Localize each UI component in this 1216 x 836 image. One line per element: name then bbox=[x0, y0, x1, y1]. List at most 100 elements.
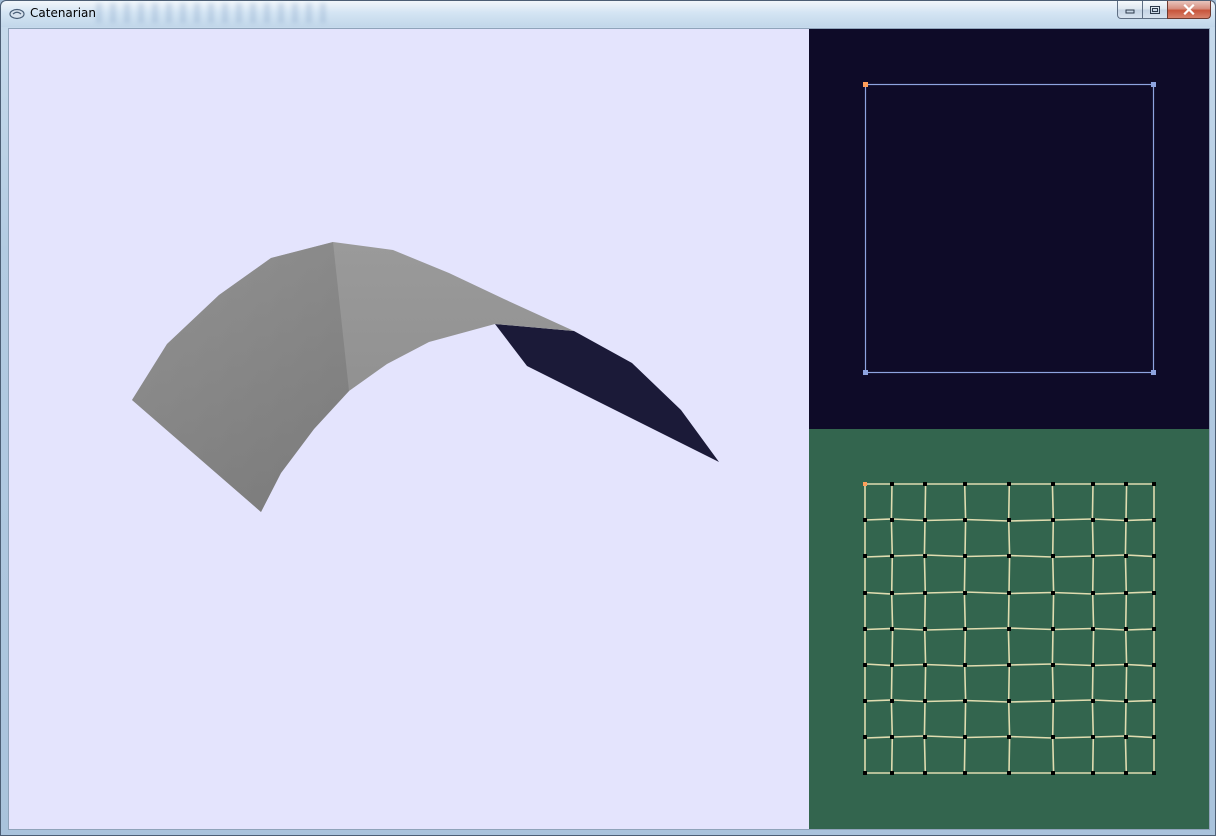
mesh-node[interactable] bbox=[890, 627, 894, 631]
mesh-node[interactable] bbox=[890, 518, 894, 522]
mesh-node[interactable] bbox=[1091, 554, 1095, 558]
mesh-node[interactable] bbox=[1152, 699, 1156, 703]
boundary-canvas bbox=[863, 82, 1156, 375]
mesh-node[interactable] bbox=[1091, 482, 1095, 486]
boundary-handle-top-left[interactable] bbox=[863, 82, 868, 87]
mesh-node[interactable] bbox=[890, 771, 894, 775]
mesh-node[interactable] bbox=[1007, 771, 1011, 775]
mesh-node[interactable] bbox=[1051, 554, 1055, 558]
mesh-node[interactable] bbox=[1152, 663, 1156, 667]
mesh-node[interactable] bbox=[863, 663, 867, 667]
title-bar[interactable]: Catenarian bbox=[1, 1, 1215, 27]
mesh-node[interactable] bbox=[1124, 591, 1128, 595]
mesh-node[interactable] bbox=[1091, 627, 1095, 631]
minimize-button[interactable] bbox=[1117, 1, 1143, 19]
mesh-node[interactable] bbox=[1051, 663, 1055, 667]
mesh-node[interactable] bbox=[1152, 518, 1156, 522]
mesh-node[interactable] bbox=[1091, 699, 1095, 703]
mesh-node[interactable] bbox=[1152, 771, 1156, 775]
mesh-node[interactable] bbox=[963, 591, 967, 595]
mesh-node[interactable] bbox=[963, 518, 967, 522]
mesh-node[interactable] bbox=[963, 482, 967, 486]
mesh-node[interactable] bbox=[1091, 735, 1095, 739]
mesh-node[interactable] bbox=[1051, 591, 1055, 595]
mesh-node[interactable] bbox=[1152, 735, 1156, 739]
boundary-handle-bottom-left[interactable] bbox=[863, 370, 868, 375]
boundary-handle-bottom-right[interactable] bbox=[1151, 370, 1156, 375]
boundary-handle-top-right[interactable] bbox=[1151, 82, 1156, 87]
mesh-node[interactable] bbox=[1091, 591, 1095, 595]
mesh-node[interactable] bbox=[1007, 482, 1011, 486]
mesh-node[interactable] bbox=[1051, 735, 1055, 739]
mesh-node[interactable] bbox=[863, 591, 867, 595]
mesh-node[interactable] bbox=[1051, 771, 1055, 775]
mesh-node[interactable] bbox=[923, 735, 927, 739]
mesh-node[interactable] bbox=[1124, 482, 1128, 486]
mesh-node[interactable] bbox=[1124, 663, 1128, 667]
mesh-node[interactable] bbox=[890, 699, 894, 703]
mesh-node[interactable] bbox=[1152, 482, 1156, 486]
mesh-node[interactable] bbox=[1091, 663, 1095, 667]
mesh-node[interactable] bbox=[1007, 735, 1011, 739]
mesh-node[interactable] bbox=[1152, 554, 1156, 558]
mesh-node[interactable] bbox=[1124, 627, 1128, 631]
mesh-node[interactable] bbox=[963, 771, 967, 775]
surface-front-sheet bbox=[132, 242, 349, 512]
client-area bbox=[8, 28, 1210, 830]
mesh-node[interactable] bbox=[1124, 699, 1128, 703]
mesh-node[interactable] bbox=[1051, 518, 1055, 522]
mesh-node[interactable] bbox=[863, 518, 867, 522]
mesh-node[interactable] bbox=[923, 627, 927, 631]
mesh-node[interactable] bbox=[963, 699, 967, 703]
mesh-node[interactable] bbox=[863, 771, 867, 775]
mesh-node[interactable] bbox=[1007, 591, 1011, 595]
mesh-node[interactable] bbox=[963, 554, 967, 558]
mesh-node[interactable] bbox=[963, 627, 967, 631]
mesh-node[interactable] bbox=[890, 554, 894, 558]
surface-viewport[interactable] bbox=[9, 29, 809, 829]
mesh-node[interactable] bbox=[1051, 699, 1055, 703]
mesh-node[interactable] bbox=[923, 554, 927, 558]
mesh-node[interactable] bbox=[923, 518, 927, 522]
mesh-node[interactable] bbox=[1007, 518, 1011, 522]
boundary-editor-panel[interactable] bbox=[809, 29, 1209, 429]
mesh-node[interactable] bbox=[890, 482, 894, 486]
maximize-button[interactable] bbox=[1142, 1, 1168, 19]
mesh-node[interactable] bbox=[1124, 771, 1128, 775]
mesh-node[interactable] bbox=[1007, 554, 1011, 558]
mesh-node-selected[interactable] bbox=[863, 482, 867, 486]
mesh-node[interactable] bbox=[963, 663, 967, 667]
mesh-node[interactable] bbox=[923, 591, 927, 595]
mesh-node[interactable] bbox=[1051, 627, 1055, 631]
mesh-node[interactable] bbox=[1007, 627, 1011, 631]
mesh-node[interactable] bbox=[863, 554, 867, 558]
mesh-node[interactable] bbox=[1091, 771, 1095, 775]
minimize-icon bbox=[1125, 6, 1135, 14]
mesh-node[interactable] bbox=[890, 663, 894, 667]
mesh-node[interactable] bbox=[863, 627, 867, 631]
mesh-node[interactable] bbox=[963, 735, 967, 739]
mesh-node[interactable] bbox=[1152, 627, 1156, 631]
mesh-node[interactable] bbox=[1007, 663, 1011, 667]
mesh-node[interactable] bbox=[1124, 518, 1128, 522]
mesh-node[interactable] bbox=[863, 735, 867, 739]
maximize-icon bbox=[1149, 5, 1161, 15]
mesh-node[interactable] bbox=[923, 663, 927, 667]
mesh-node[interactable] bbox=[923, 771, 927, 775]
mesh-node[interactable] bbox=[923, 699, 927, 703]
mesh-node[interactable] bbox=[1152, 591, 1156, 595]
mesh-node[interactable] bbox=[1051, 482, 1055, 486]
app-icon[interactable] bbox=[9, 8, 25, 20]
mesh-node[interactable] bbox=[1007, 699, 1011, 703]
catenary-surface bbox=[132, 242, 719, 512]
mesh-node[interactable] bbox=[923, 482, 927, 486]
mesh-node[interactable] bbox=[890, 735, 894, 739]
mesh-node[interactable] bbox=[1124, 735, 1128, 739]
window-title: Catenarian bbox=[30, 6, 97, 20]
mesh-node[interactable] bbox=[863, 699, 867, 703]
close-button[interactable] bbox=[1167, 1, 1211, 19]
mesh-grid-panel[interactable] bbox=[809, 429, 1209, 829]
mesh-node[interactable] bbox=[1091, 518, 1095, 522]
mesh-node[interactable] bbox=[890, 591, 894, 595]
mesh-node[interactable] bbox=[1124, 554, 1128, 558]
